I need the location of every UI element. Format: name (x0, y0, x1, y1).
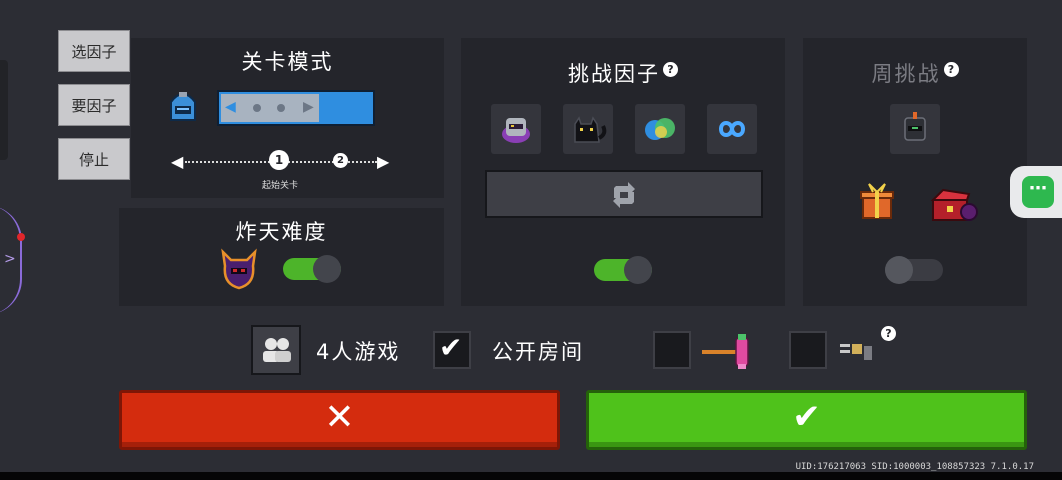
weekly-challenge-panel: 周挑战? (803, 38, 1027, 306)
cancel-button[interactable]: ✕ (119, 390, 560, 450)
slider-left-arrow-icon[interactable]: ◀ (171, 152, 183, 171)
challenge-factor-panel: 挑战因子? (461, 38, 785, 306)
start-level-label: 起始关卡 (261, 181, 298, 191)
toggle-knob (624, 256, 652, 284)
toggle-knob (313, 255, 341, 283)
select-factor-button[interactable]: 选因子 (58, 30, 130, 72)
level-progress-track: ◀ ▶ (221, 94, 319, 122)
factor-wizard-helmet-icon[interactable] (491, 104, 541, 154)
help-icon[interactable]: ? (663, 62, 678, 77)
stop-button[interactable]: 停止 (58, 138, 130, 180)
refresh-icon (613, 182, 635, 208)
challenge-title: 挑战因子? (461, 58, 785, 88)
demon-helmet-icon (219, 248, 259, 290)
public-room-label: 公开房间 (492, 340, 584, 364)
checkmark-icon: ✔ (439, 331, 463, 364)
factor-infinity-icon[interactable] (707, 104, 757, 154)
gift-box-icon (859, 182, 895, 222)
weekly-toggle[interactable] (885, 256, 943, 284)
four-player-button[interactable] (251, 325, 301, 375)
left-float-handle[interactable]: > (0, 205, 22, 315)
factor-orb-cluster-icon[interactable] (635, 104, 685, 154)
slider-node-2[interactable]: 2 (333, 153, 348, 168)
close-icon: ✕ (324, 397, 355, 438)
factor-black-cat-icon[interactable] (563, 104, 613, 154)
four-player-label: 4人游戏 (316, 340, 401, 364)
difficulty-toggle[interactable] (283, 255, 341, 283)
left-edge-bar (0, 60, 8, 160)
level-mode-title: 关卡模式 (241, 50, 334, 74)
knight-helmet-icon (165, 88, 201, 126)
slider-node-1[interactable]: 1 (269, 150, 289, 170)
hammer-option-checkbox[interactable] (653, 331, 691, 369)
check-icon: ✔ (792, 397, 821, 437)
level-slider[interactable]: ◀ 1 2 ▶ (171, 150, 393, 174)
track-right-arrow-icon: ▶ (303, 99, 314, 115)
slider-right-arrow-icon[interactable]: ▶ (377, 152, 389, 171)
track-left-arrow-icon: ◀ (225, 99, 236, 115)
level-mode-panel: 关卡模式 ◀ ▶ ◀ 1 2 ▶ 起始关卡 (131, 38, 444, 198)
challenge-toggle[interactable] (594, 256, 652, 284)
confirm-button[interactable]: ✔ (586, 390, 1027, 450)
gun-icon (838, 338, 878, 362)
toggle-knob (885, 256, 913, 284)
help-icon[interactable]: ? (943, 62, 959, 77)
red-chest-icon (925, 186, 981, 226)
difficulty-title: 炸天难度 (235, 220, 328, 244)
gun-option-checkbox[interactable] (789, 331, 827, 369)
floating-menu-button[interactable]: ⋯ (1010, 166, 1062, 218)
bottom-bar (0, 472, 1062, 480)
request-factor-button[interactable]: 要因子 (58, 84, 130, 126)
hammer-icon (700, 332, 756, 372)
help-icon[interactable]: ? (881, 326, 896, 341)
public-room-checkbox[interactable]: ✔ (433, 331, 471, 369)
chevron-right-icon: > (4, 251, 16, 267)
players-icon (263, 338, 291, 362)
track-dot-icon (277, 104, 285, 112)
refresh-factors-button[interactable] (485, 170, 763, 218)
level-progress-bar[interactable]: ◀ ▶ (217, 90, 375, 126)
build-info-text: UID:176217063 SID:1000003_108857323 7.1.… (795, 462, 1034, 472)
weekly-title-text: 周挑战 (871, 62, 941, 86)
weekly-title: 周挑战? (803, 58, 1027, 88)
challenge-title-text: 挑战因子 (568, 62, 660, 86)
more-icon: ⋯ (1022, 176, 1054, 208)
track-dot-icon (253, 104, 261, 112)
weekly-knight-helmet-icon[interactable] (890, 104, 940, 154)
notification-dot (17, 233, 25, 241)
difficulty-panel: 炸天难度 (119, 208, 444, 306)
